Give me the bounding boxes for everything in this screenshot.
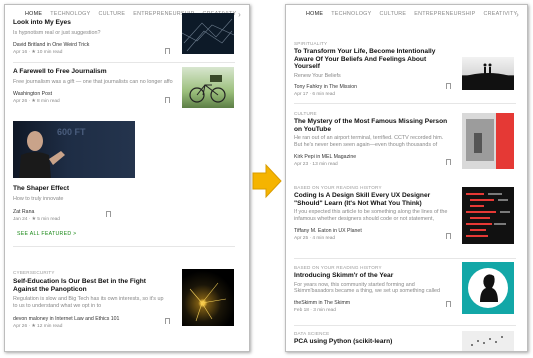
code-screen-image	[466, 193, 510, 237]
divider	[13, 62, 235, 63]
nav-technology[interactable]: TECHNOLOGY	[50, 11, 90, 17]
story-subtitle: How to truly innovate	[13, 195, 64, 202]
bookmark-icon[interactable]	[446, 159, 451, 167]
story-subtitle: Regulation is slow and Big Tech has its …	[13, 296, 164, 309]
story-meta: Apr 16 · ★ 10 min read	[13, 50, 63, 56]
pca-plot-image	[471, 336, 503, 346]
story-meta: Apr 26 · ★ 8 min read	[13, 99, 60, 105]
divider	[294, 325, 516, 326]
story-title[interactable]: Introducing Skimm'r of the Year	[294, 272, 452, 280]
abstract-lines-image	[182, 18, 234, 52]
story-card[interactable]: BASED ON YOUR READING HISTORY Coding Is …	[294, 185, 454, 241]
story-author[interactable]: Zat Rana	[13, 209, 143, 215]
story-title[interactable]: The Mystery of the Most Famous Missing P…	[294, 118, 452, 133]
story-card[interactable]: CULTURE The Mystery of the Most Famous M…	[294, 111, 452, 167]
story-author[interactable]: Washington Post	[13, 91, 181, 97]
divider	[294, 258, 516, 259]
story-thumbnail[interactable]	[182, 269, 234, 326]
story-subtitle: Renew Your Beliefs	[294, 72, 341, 79]
nav-creativity[interactable]: CREATIVITY	[483, 11, 517, 17]
speaker-photo: 600 FT	[19, 127, 86, 178]
story-title[interactable]: Coding Is A Design Skill Every UX Design…	[294, 192, 454, 207]
screen-after: HOME TECHNOLOGY CULTURE ENTREPRENEURSHIP…	[285, 4, 528, 352]
story-card[interactable]: DATA SCIENCE PCA using Python (scikit-le…	[294, 331, 452, 346]
cctv-image	[462, 113, 514, 169]
story-author[interactable]: Tony Fahkry in The Mission	[294, 84, 452, 90]
profile-silhouette-image	[468, 268, 508, 308]
bicycle-image	[189, 75, 226, 103]
story-title[interactable]: Look into My Eyes	[13, 19, 173, 27]
bookmark-icon[interactable]	[165, 97, 170, 105]
story-meta: Feb 18 · 3 min read	[294, 308, 336, 314]
story-topic[interactable]: BASED ON YOUR READING HISTORY	[294, 185, 454, 190]
story-title[interactable]: To Transform Your Life, Become Intention…	[294, 48, 452, 71]
story-title[interactable]: A Farewell to Free Journalism	[13, 68, 181, 76]
story-subtitle: If you expected this article to be somet…	[294, 209, 448, 222]
nav-technology[interactable]: TECHNOLOGY	[331, 11, 371, 17]
chevron-right-icon[interactable]: ›	[238, 10, 241, 19]
story-subtitle: Free journalism was a gift — one that jo…	[13, 78, 173, 85]
story-author[interactable]: David Britland in One Weird Trick	[13, 42, 173, 48]
story-thumbnail[interactable]	[182, 67, 234, 108]
story-card[interactable]: BASED ON YOUR READING HISTORY Introducin…	[294, 265, 452, 313]
story-topic[interactable]: BASED ON YOUR READING HISTORY	[294, 265, 452, 270]
story-title[interactable]: PCA using Python (scikit-learn)	[294, 338, 452, 346]
nav-culture[interactable]: CULTURE	[379, 11, 406, 17]
chevron-right-icon[interactable]: ›	[516, 10, 519, 19]
story-meta: Apr 23 · 13 min read	[294, 161, 338, 167]
story-meta: Apr 25 · 4 min read	[294, 235, 336, 241]
story-topic[interactable]: CYBERSECURITY	[13, 270, 169, 275]
story-card[interactable]: CYBERSECURITY Self-Education Is Our Best…	[13, 270, 169, 329]
story-topic[interactable]: DATA SCIENCE	[294, 331, 452, 336]
nav-home[interactable]: HOME	[306, 11, 323, 17]
story-meta: Jan 24 · ★ 5 min read	[13, 217, 60, 223]
story-thumbnail[interactable]	[462, 331, 514, 351]
story-card[interactable]: SPIRITUALITY To Transform Your Life, Bec…	[294, 41, 452, 97]
story-thumbnail[interactable]	[462, 187, 514, 244]
see-all-featured-link[interactable]: SEE ALL FEATURED >	[17, 231, 76, 237]
bookmark-icon[interactable]	[446, 83, 451, 91]
bookmark-icon[interactable]	[165, 318, 170, 326]
story-subtitle: Is hypnotism real or just suggestion?	[13, 29, 101, 36]
story-meta: Apr 26 · ★ 12 min read	[13, 323, 63, 329]
featured-image[interactable]: 600 FT	[13, 121, 135, 178]
story-author[interactable]: Tiffany M. Eaton in UX Planet	[294, 228, 454, 234]
sparks-image	[189, 282, 227, 322]
topic-nav: HOME TECHNOLOGY CULTURE ENTREPRENEURSHIP…	[286, 5, 527, 23]
story-subtitle: He ran out of an airport terminal, terri…	[294, 135, 444, 148]
story-thumbnail[interactable]	[462, 113, 514, 169]
bookmark-icon[interactable]	[106, 211, 111, 219]
story-meta: Apr 17 · 6 min read	[294, 92, 336, 98]
svg-text:600 FT: 600 FT	[57, 127, 86, 137]
story-author[interactable]: devon maloney in Internet Law and Ethics…	[13, 316, 169, 322]
silhouette-image	[462, 63, 514, 90]
divider	[294, 103, 516, 104]
story-topic[interactable]: SPIRITUALITY	[294, 41, 452, 46]
story-thumbnail[interactable]	[462, 262, 514, 314]
nav-entrepreneurship[interactable]: ENTREPRENEURSHIP	[414, 11, 475, 17]
story-card[interactable]: A Farewell to Free Journalism Free journ…	[13, 68, 181, 104]
story-title[interactable]: Self-Education Is Our Best Bet in the Fi…	[13, 278, 169, 293]
story-author[interactable]: Kirk Pepi in MEL Magazine	[294, 154, 452, 160]
nav-home[interactable]: HOME	[25, 11, 42, 17]
story-topic[interactable]: CULTURE	[294, 111, 452, 116]
bookmark-icon[interactable]	[446, 301, 451, 309]
story-subtitle: For years now, this community started fo…	[294, 281, 441, 295]
story-title[interactable]: The Shaper Effect	[13, 185, 143, 193]
nav-culture[interactable]: CULTURE	[98, 11, 125, 17]
story-author[interactable]: theSkimm in The Skimm	[294, 300, 452, 306]
story-thumbnail[interactable]	[182, 13, 234, 54]
screen-before: HOME TECHNOLOGY CULTURE ENTREPRENEURSHIP…	[4, 4, 250, 352]
bookmark-icon[interactable]	[446, 233, 451, 241]
story-thumbnail[interactable]	[462, 57, 514, 90]
story-card[interactable]: The Shaper Effect How to truly innovate …	[13, 185, 143, 222]
story-card[interactable]: Look into My Eyes Is hypnotism real or j…	[13, 19, 173, 55]
bookmark-icon[interactable]	[165, 48, 170, 56]
divider	[13, 246, 235, 247]
arrow-right-icon	[252, 163, 282, 199]
